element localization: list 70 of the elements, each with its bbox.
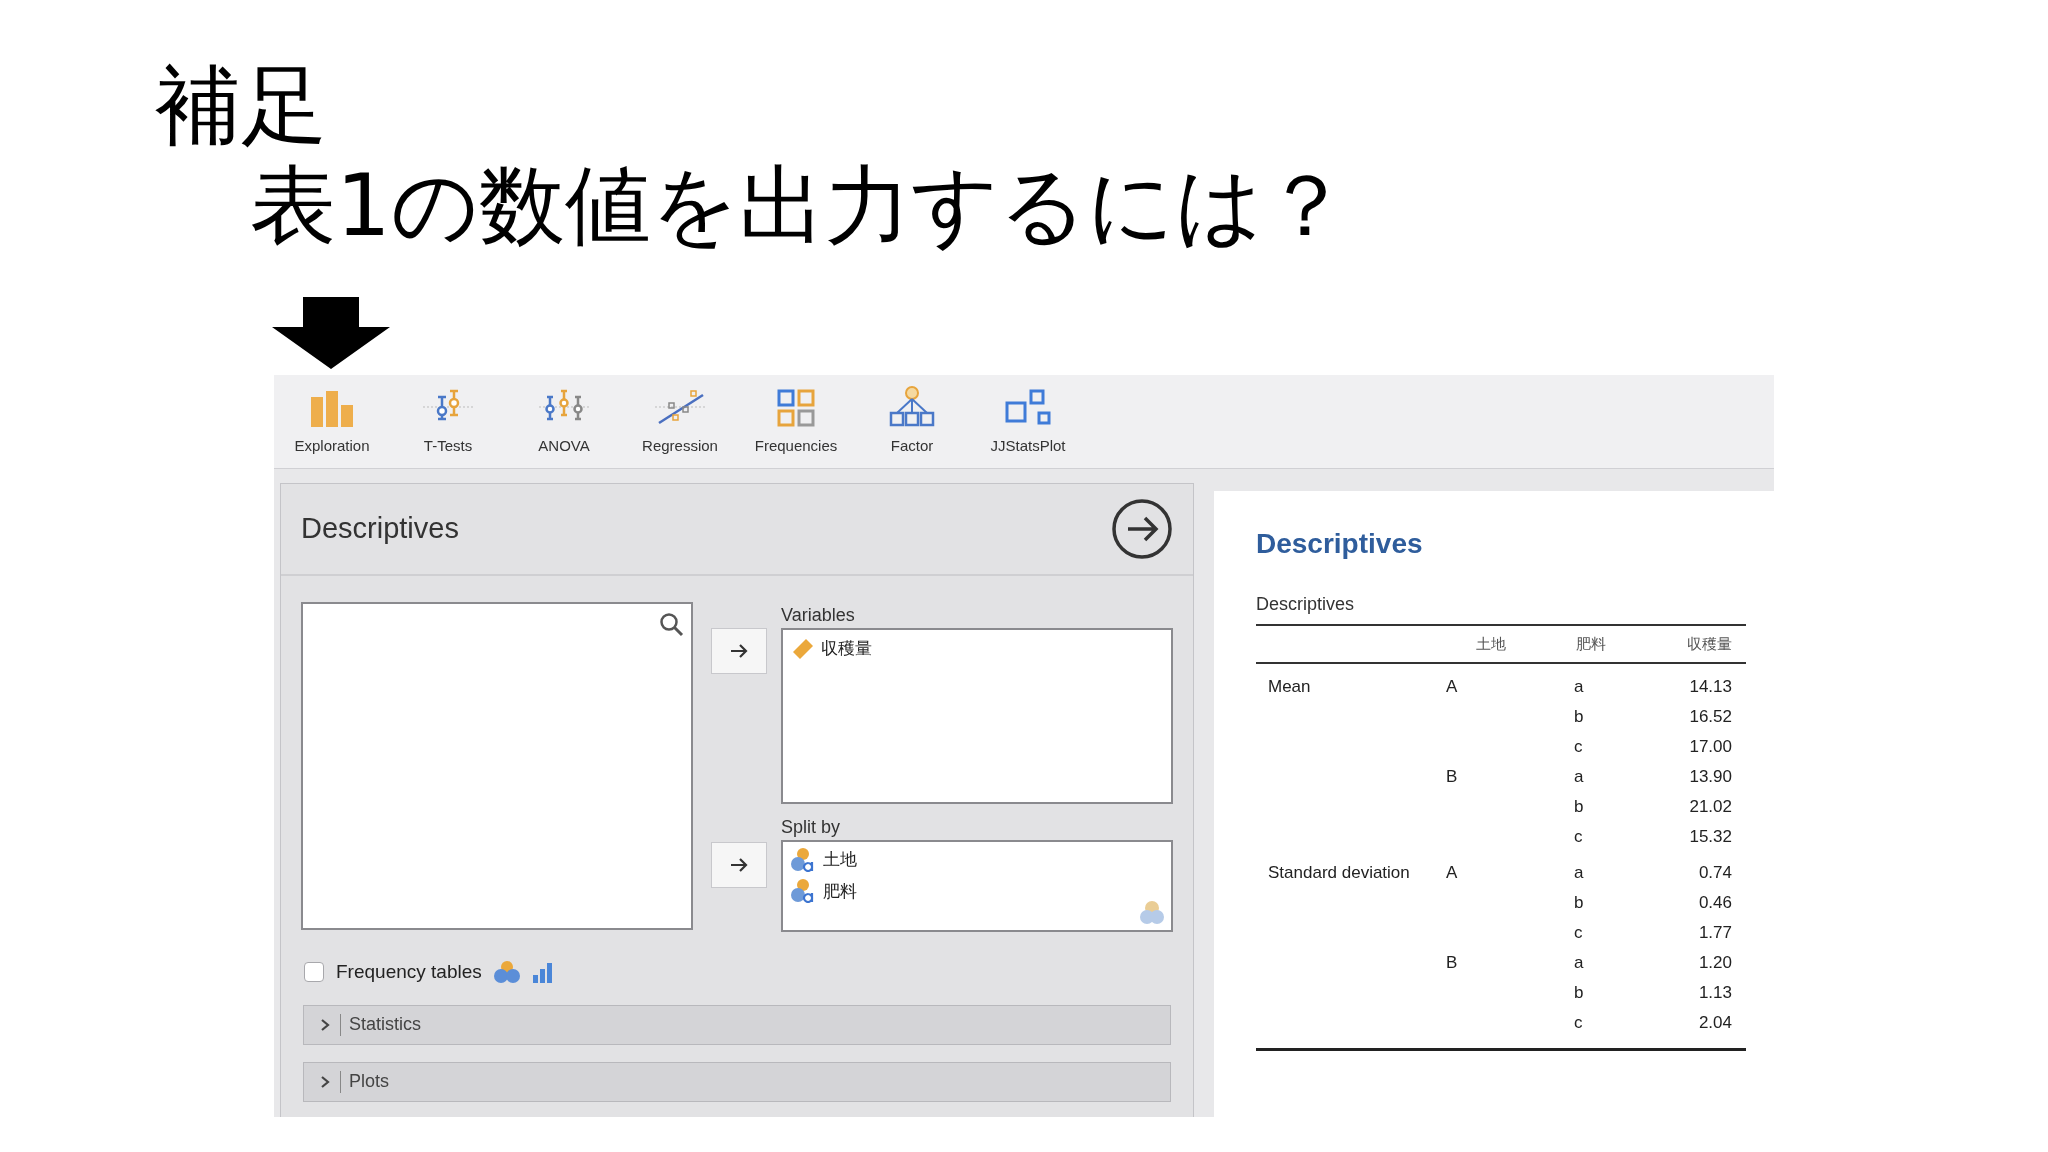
table-cell-text: b <box>1573 982 1585 1005</box>
table-cell-text: 14.13 <box>1688 676 1733 699</box>
list-label: Split by <box>781 816 842 839</box>
move-to-variables-button[interactable] <box>711 628 767 674</box>
split-by-list[interactable]: 土地 肥料 <box>781 840 1173 932</box>
variable-name[interactable]: 土地 <box>823 847 857 873</box>
checkbox[interactable] <box>304 962 324 983</box>
down-arrow-icon <box>272 297 390 369</box>
panel-title: Descriptives <box>301 511 459 547</box>
toolbar-button[interactable]: Regression <box>622 385 738 458</box>
toolbar-button[interactable]: Frequencies <box>738 385 854 458</box>
table-cell-text: a <box>1573 862 1585 885</box>
table-cell-text: 1.13 <box>1697 982 1733 1005</box>
table-cell-text: c <box>1573 922 1584 945</box>
table-cell-text: 2.04 <box>1697 1012 1733 1035</box>
toolbar-button[interactable]: Exploration <box>274 385 390 458</box>
table-cell-text: a <box>1573 676 1585 699</box>
section-header[interactable]: Plots <box>303 1061 1171 1102</box>
tree-icon <box>887 385 937 429</box>
checkbox-label: Frequency tables <box>336 960 482 984</box>
toolbar-button[interactable]: ANOVA <box>506 385 622 458</box>
table-cell-text: 13.90 <box>1688 766 1733 789</box>
table-cell-text: Mean <box>1267 676 1311 699</box>
table-cell-text: b <box>1573 796 1585 819</box>
available-variables-list[interactable] <box>301 602 693 930</box>
table-cell-text: 0.46 <box>1697 892 1733 915</box>
table-cell-text: A <box>1446 676 1458 699</box>
table-cell-text: B <box>1446 766 1458 789</box>
table-cell-text: c <box>1573 1012 1584 1035</box>
table-cell-text: b <box>1573 706 1585 729</box>
table-cell-text: B <box>1446 952 1458 975</box>
nominal-type-icon <box>1139 900 1165 924</box>
toolbar-button[interactable]: JJStatsPlot <box>970 385 1086 458</box>
table-cell-text: 0.74 <box>1697 862 1733 885</box>
table-cell-text: a <box>1573 952 1585 975</box>
right-arrow-icon <box>730 644 748 658</box>
section-header[interactable]: Statistics <box>303 1004 1171 1045</box>
table-cell-text: c <box>1573 826 1584 849</box>
table-cell-text: 1.20 <box>1697 952 1733 975</box>
slide-heading: 補足 <box>155 55 328 155</box>
column-header: 収穫量 <box>1686 633 1733 654</box>
table-title: Descriptives <box>1256 593 1356 616</box>
table-cell-text: A <box>1446 862 1458 885</box>
column-header: 肥料 <box>1575 633 1607 654</box>
table-cell-text: 1.77 <box>1697 922 1733 945</box>
table-cell-text: Standard deviation <box>1267 862 1410 885</box>
table-cell-text: 16.52 <box>1688 706 1733 729</box>
variable-name[interactable]: 収穫量 <box>821 636 872 662</box>
chevron-icon <box>320 1017 330 1032</box>
results-title: Descriptives <box>1256 527 1424 561</box>
slide-subheading: 表1の数値を出力するには？ <box>250 155 1349 255</box>
move-to-split-button[interactable] <box>711 842 767 888</box>
table-cell-text: 15.32 <box>1688 826 1733 849</box>
nominal-type-icon <box>493 960 520 985</box>
table-cell-text: c <box>1573 736 1584 759</box>
column-header: 土地 <box>1475 633 1507 654</box>
variables-list[interactable]: 収穫量 <box>781 628 1173 804</box>
search-icon[interactable] <box>659 612 685 638</box>
toolbar-button[interactable]: Factor <box>854 385 970 458</box>
bar-chart-icon <box>531 961 554 984</box>
table-cell-text: 21.02 <box>1688 796 1733 819</box>
list-label: Variables <box>781 604 856 627</box>
table-cell-text: a <box>1573 766 1585 789</box>
right-arrow-icon <box>730 858 748 872</box>
toolbar-button[interactable]: T-Tests <box>390 385 506 458</box>
table-cell-text: 17.00 <box>1688 736 1733 759</box>
variable-name[interactable]: 肥料 <box>823 878 857 904</box>
chevron-icon <box>320 1074 330 1089</box>
table-cell-text: b <box>1573 892 1585 915</box>
ruler-icon <box>791 636 815 661</box>
